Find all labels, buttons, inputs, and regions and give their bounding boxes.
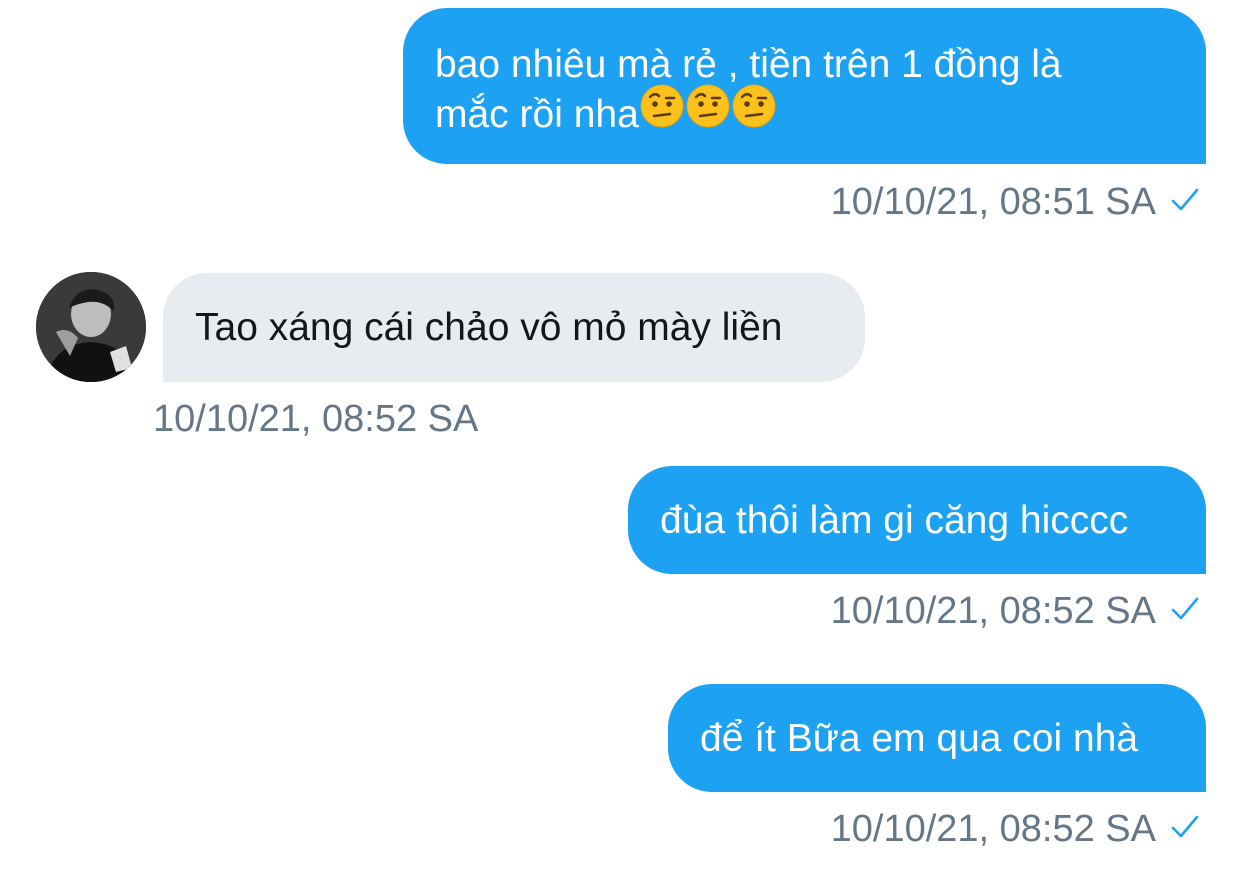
message-text-line: mắc rồi nha	[435, 84, 1206, 142]
message-text: Tao xáng cái chảo vô mỏ mày liền	[195, 306, 783, 349]
user-avatar-icon	[36, 272, 146, 382]
raised-eyebrow-emoji-icon	[639, 83, 685, 142]
message-meta: 10/10/21, 08:52 SA	[831, 807, 1200, 851]
message-bubble-received[interactable]: Tao xáng cái chảo vô mỏ mày liền	[163, 273, 865, 382]
check-icon	[1170, 179, 1200, 223]
raised-eyebrow-emoji-icon	[685, 83, 731, 142]
message-meta: 10/10/21, 08:52 SA	[831, 589, 1200, 633]
message-timestamp: 10/10/21, 08:52 SA	[153, 398, 479, 440]
avatar[interactable]	[36, 272, 146, 382]
message-text-line: bao nhiêu mà rẻ , tiền trên 1 đồng là	[435, 43, 1062, 86]
message-timestamp: 10/10/21, 08:52 SA	[830, 808, 1156, 850]
raised-eyebrow-emoji-icon	[731, 83, 777, 142]
message-meta: 10/10/21, 08:51 SA	[831, 180, 1200, 224]
message-timestamp: 10/10/21, 08:52 SA	[830, 590, 1156, 632]
check-icon	[1170, 588, 1200, 632]
message-bubble-sent[interactable]: để ít Bữa em qua coi nhà	[668, 684, 1206, 792]
message-text: để ít Bữa em qua coi nhà	[700, 717, 1139, 760]
message-bubble-sent[interactable]: đùa thôi làm gi căng hicccc	[628, 466, 1206, 574]
message-timestamp: 10/10/21, 08:51 SA	[830, 181, 1156, 223]
message-meta: 10/10/21, 08:52 SA	[153, 397, 478, 441]
message-text: đùa thôi làm gi căng hicccc	[660, 499, 1129, 542]
message-bubble-sent[interactable]: bao nhiêu mà rẻ , tiền trên 1 đồng là mắ…	[403, 8, 1206, 164]
message-text: mắc rồi nha	[435, 93, 639, 136]
check-icon	[1170, 806, 1200, 850]
